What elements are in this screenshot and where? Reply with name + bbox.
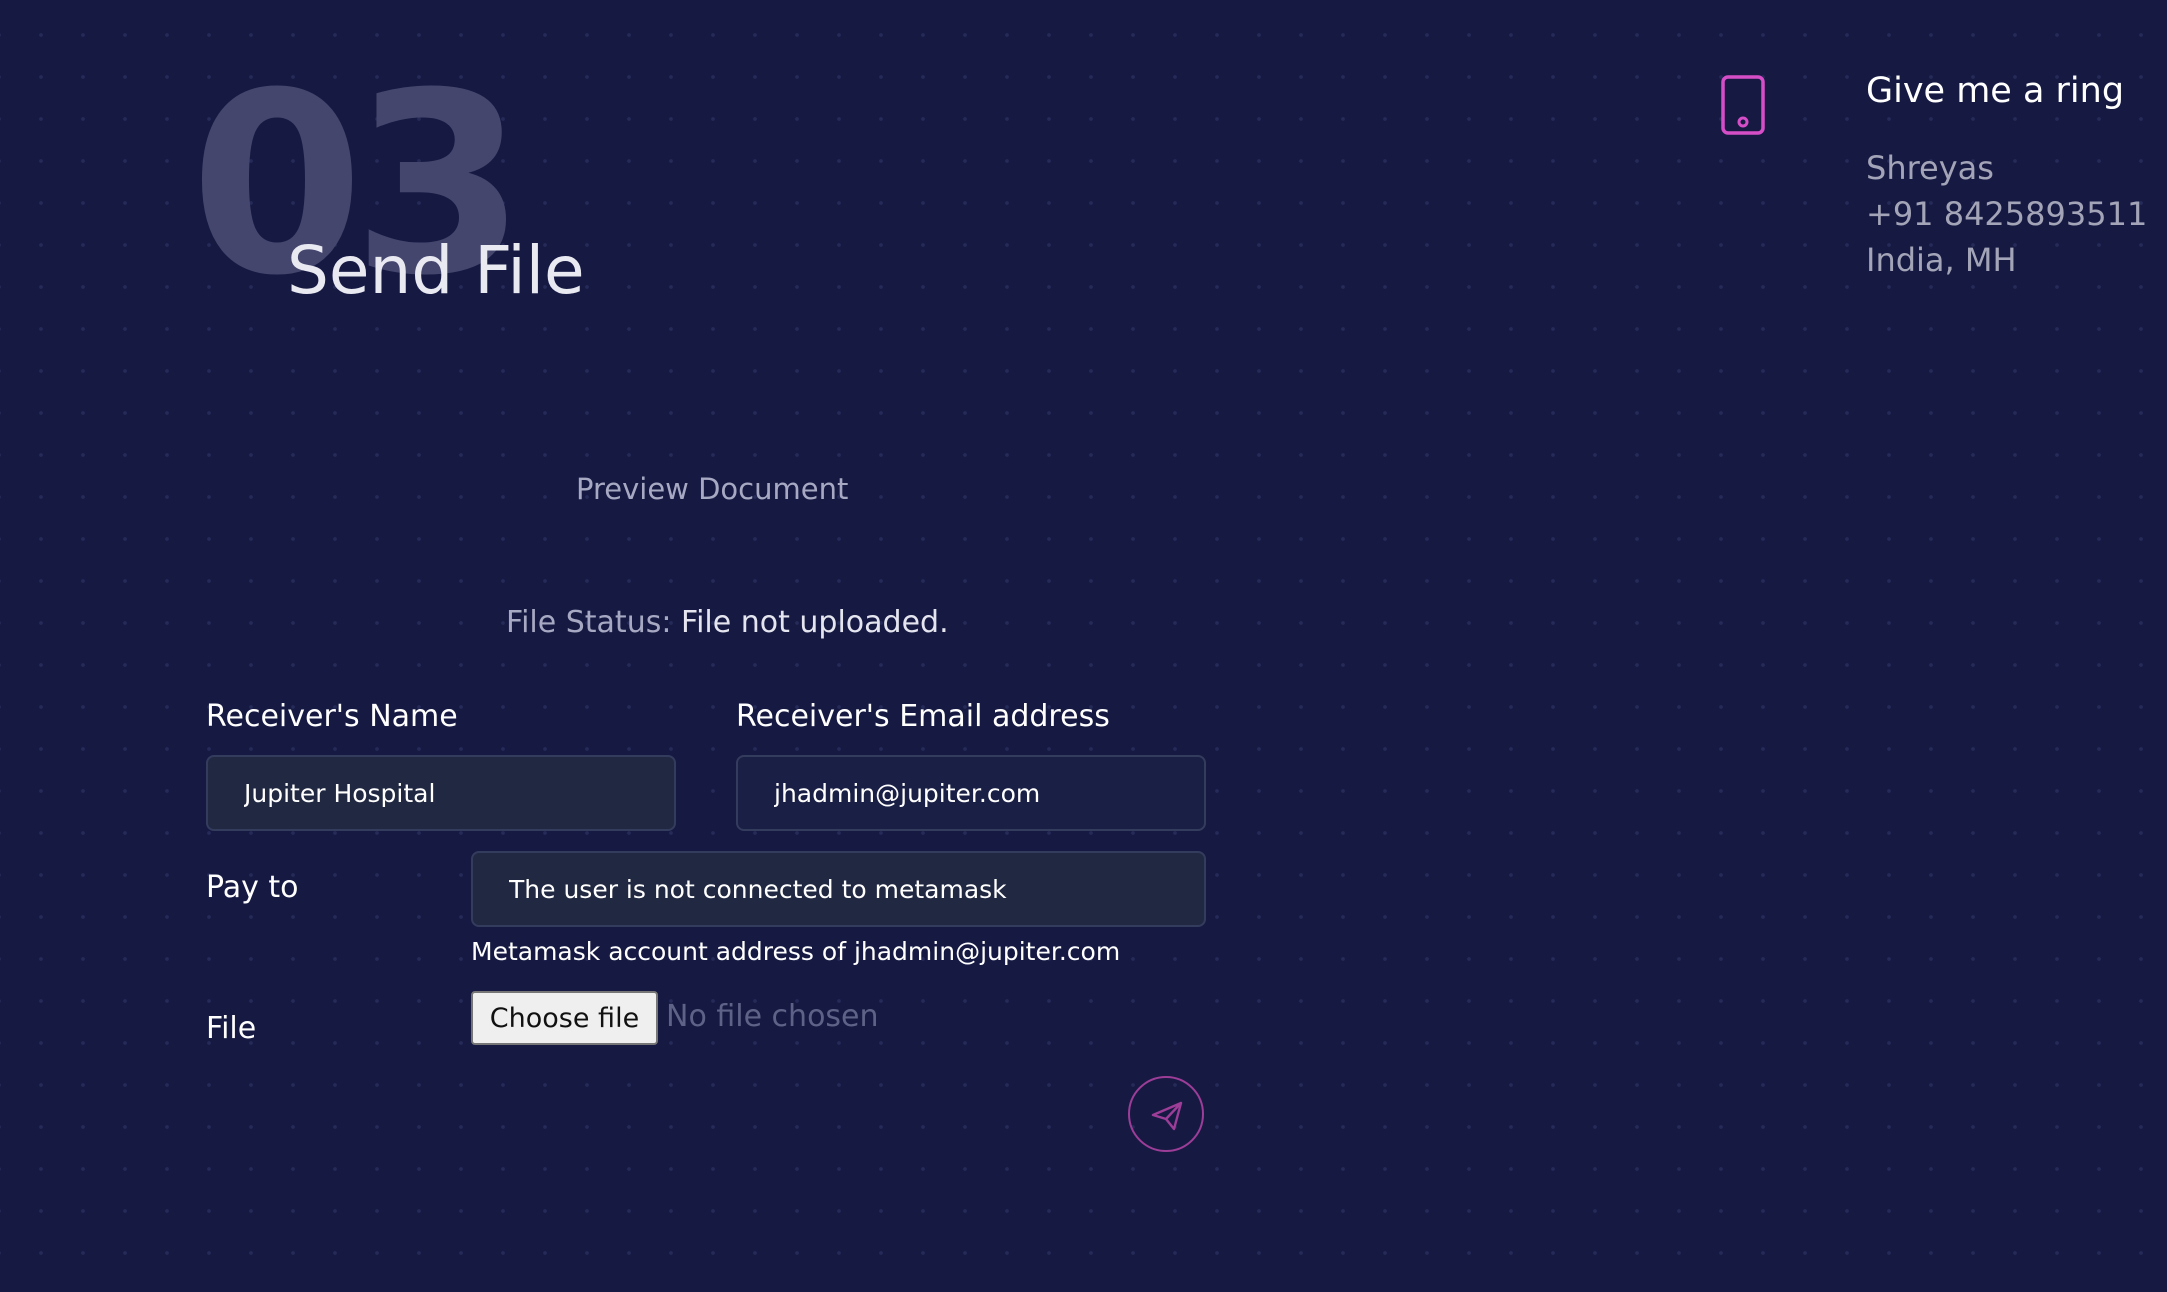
choose-file-button[interactable]: Choose file [471,991,658,1045]
pay-to-input[interactable] [471,851,1206,927]
file-status-label: File Status: [506,605,672,640]
send-icon [1151,1101,1183,1131]
receiver-name-input[interactable] [206,755,676,831]
file-status: File Status: File not uploaded. [506,604,949,642]
metamask-helper-text: Metamask account address of jhadmin@jupi… [471,937,1121,966]
send-button[interactable] [1128,1076,1204,1152]
contact-name: Shreyas [1866,149,1994,187]
receiver-name-label: Receiver's Name [206,699,458,734]
pay-to-label: Pay to [206,870,299,905]
preview-document-link[interactable]: Preview Document [576,470,848,508]
file-status-value: File not uploaded. [681,605,949,640]
contact-phone: +91 8425893511 [1866,195,2148,233]
contact-title: Give me a ring [1866,71,2125,111]
receiver-email-input[interactable] [736,755,1206,831]
no-file-chosen-text: No file chosen [666,999,879,1034]
receiver-email-label: Receiver's Email address [736,699,1110,734]
phone-icon [1720,74,1766,136]
page-title: Send File [287,232,585,309]
file-label: File [206,1011,257,1046]
contact-location: India, MH [1866,241,2017,279]
